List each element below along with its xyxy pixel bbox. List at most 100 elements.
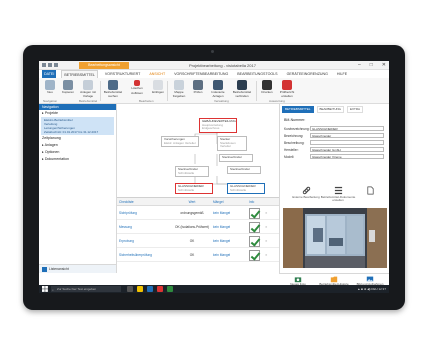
nav-item-projekte[interactable]: ▸ Projekte [39, 110, 116, 117]
nav-selected-project[interactable]: Elektro-Betriebsmittel Verteilung Leitun… [41, 117, 114, 135]
cell-defects: kein Mangel [213, 210, 231, 215]
row-remove-icon[interactable]: ✕ [263, 248, 279, 262]
field-beschreibung: Beschreibung: [280, 139, 389, 146]
new-icon [45, 80, 55, 90]
photo-image [283, 208, 387, 268]
tab-geraeteeingrenzung[interactable]: GERÄTEEINGRENZUNG [285, 70, 330, 78]
checkbox[interactable] [249, 235, 260, 247]
tab-bearbeitung[interactable]: BEARBEITUNG [316, 106, 345, 113]
table-row[interactable]: Erprobung OK kein Mangel ✕ [117, 234, 279, 248]
tab-datei[interactable]: DATEI [42, 70, 57, 78]
task-view-icon[interactable] [127, 286, 133, 292]
col-checkliste[interactable]: Checkliste [117, 198, 171, 205]
edge-icon[interactable] [147, 286, 153, 292]
indexed-systems-button[interactable]: Indexierte Anlagen [207, 80, 229, 98]
screen: Bearbeitungsansicht Projektbearbeitung -… [39, 61, 389, 293]
group-bearbeiten: Bearbeiten [139, 99, 154, 103]
delete-button[interactable]: Löschen Auflösen [126, 80, 148, 95]
windows-start-icon[interactable] [42, 286, 48, 292]
check-button[interactable]: Prüfen [189, 80, 207, 95]
tree-node-glasschneider-2[interactable]: GLASSCHNEIDER Schnittstelle [227, 183, 265, 195]
equipment-photo [283, 208, 387, 268]
explorer-icon[interactable] [137, 286, 143, 292]
checklist-table: Checkliste Wert Mängel Info Sichtprüfung… [117, 197, 279, 273]
windows-taskbar: ⌕ Zur Suche hier Text eingeben ▲ ■ ⊕ ◀) D… [39, 285, 389, 293]
cell-name: Sichtprüfung [119, 210, 137, 215]
document-icon [366, 186, 374, 195]
row-remove-icon[interactable]: ✕ [263, 220, 279, 234]
document-button[interactable] [352, 186, 388, 195]
row-remove-icon[interactable]: ✕ [263, 234, 279, 248]
tab-bearbeitungstools[interactable]: BEARBEITUNGSTOOLS [235, 70, 279, 78]
insert-button[interactable]: Einfügen [149, 80, 167, 95]
tree-node-vorsicherungen[interactable]: Vorsicherungen Elektr. Anlagen Verteiler [161, 136, 199, 148]
tab-ansicht[interactable]: ANSICHT [147, 70, 167, 78]
tab-extra[interactable]: EXTRA [347, 106, 364, 113]
field-input[interactable]: GLASSCHNEIDER [310, 126, 384, 131]
col-maengel[interactable]: Mängel [211, 198, 247, 205]
template-button[interactable]: Anlegen mit Vorlage [77, 80, 99, 98]
navigation-pane: Navigation ▸ Projekte Elektro-Betriebsmi… [39, 104, 117, 273]
template-icon [83, 80, 93, 90]
tree-node-bl2[interactable]: Steckverbinder [227, 166, 261, 174]
print-button[interactable]: Drucken [258, 80, 276, 95]
checkbox[interactable] [249, 221, 260, 233]
nav-item-optionen[interactable]: ▸ Optionen [39, 149, 116, 156]
folder-icon [174, 80, 184, 90]
tab-vorstrukturiert[interactable]: VORSTRUKTURIERT [103, 70, 142, 78]
field-modell: Modell: Glasschneider Xtreme [280, 153, 389, 160]
copy-icon [63, 80, 73, 90]
nav-footer-list-view[interactable]: Listenansicht [39, 264, 116, 273]
checkbox[interactable] [249, 207, 260, 219]
field-input[interactable] [310, 140, 384, 145]
tree-node-bl1[interactable]: Steckverbinder Schnittstelle [175, 166, 209, 178]
details-tabs: BETRIEBSMITTEL BEARBEITUNG EXTRA [280, 104, 389, 115]
copy-button[interactable]: Kopieren [59, 80, 77, 95]
tree-node-steckverbinder[interactable]: Steckverbinder [219, 154, 253, 162]
field-label: Hersteller: [284, 147, 299, 152]
system-tray[interactable]: ▲ ■ ⊕ ◀) DEU 12:37 [357, 285, 386, 293]
app-icon[interactable] [157, 286, 163, 292]
tab-betriebsmittel-details[interactable]: BETRIEBSMITTEL [282, 106, 314, 113]
documents-list-button[interactable]: Betriebsmittel-Dokumente erstellen [320, 186, 356, 203]
field-input[interactable]: Glasschneider Xtreme [310, 154, 384, 159]
tree-node-stecker[interactable]: Stecker Steckdosen Verteiler [217, 136, 247, 151]
tab-vorschriften[interactable]: VORSCHRIFTENBEARBEITUNG [172, 70, 230, 78]
tree-node-root[interactable]: GEBÄUDEVERTEILUNG Hauptverteilung Erdgesc… [199, 118, 237, 133]
cell-defects: kein Mangel [213, 238, 231, 243]
node-title: Steckverbinder [222, 155, 243, 159]
external-edit-button[interactable]: Externe Bearbeitung [288, 186, 324, 199]
app-icon[interactable] [167, 286, 173, 292]
new-button[interactable]: Neu [41, 80, 59, 95]
col-info[interactable]: Info [247, 198, 263, 205]
field-input[interactable]: Glasschneider GmbH [310, 147, 384, 152]
node-sub: Hauptverteilung Erdgeschoss [202, 122, 224, 131]
nav-item-anlagen[interactable]: ▸ Anlagen [39, 142, 116, 149]
search-equipment-button[interactable]: Betriebsmittel suchen [102, 80, 124, 98]
table-row[interactable]: Messung OK (Isolations-Prüfwert) kein Ma… [117, 220, 279, 234]
table-row[interactable]: Sichtprüfung ordnungsgemäß kein Mangel ✕ [117, 206, 279, 220]
template-label: Anlegen mit Vorlage [80, 90, 96, 98]
tree-node-glasschneider-1[interactable]: GLASSCHNEIDER Schnittstelle [175, 183, 213, 195]
close-button[interactable]: ✕ [382, 62, 386, 69]
group-auswertung: Auswertung [269, 99, 285, 103]
maximize-button[interactable]: □ [370, 62, 373, 69]
nav-item-dokumentation[interactable]: ▸ Dokumentation [39, 156, 116, 163]
col-wert[interactable]: Wert [171, 198, 211, 205]
field-input[interactable]: Glasschneider [310, 133, 384, 138]
nav-item-zeitplanung[interactable]: Zeitplanung [39, 135, 116, 142]
tab-hilfe[interactable]: HILFE [335, 70, 349, 78]
taskbar-search-box[interactable]: ⌕ Zur Suche hier Text eingeben [51, 286, 121, 292]
minimize-button[interactable]: – [358, 62, 361, 69]
field-label: Beschreibung: [284, 140, 305, 145]
checkbox[interactable] [249, 249, 260, 261]
quick-access-toolbar[interactable] [42, 63, 58, 67]
camera-dot [211, 50, 214, 53]
table-row[interactable]: Sicherheitsüberprüfung OK kein Mangel ✕ [117, 248, 279, 262]
test-report-button[interactable]: Prüfbericht erstellen [276, 80, 298, 98]
release-folder-button[interactable]: Mappe freigeben [169, 80, 189, 98]
connect-equipment-button[interactable]: Betriebsmittel verbinden [230, 80, 254, 98]
node-title: Steckverbinder [230, 167, 251, 171]
row-remove-icon[interactable]: ✕ [263, 206, 279, 220]
cell-defects: kein Mangel [213, 252, 231, 257]
